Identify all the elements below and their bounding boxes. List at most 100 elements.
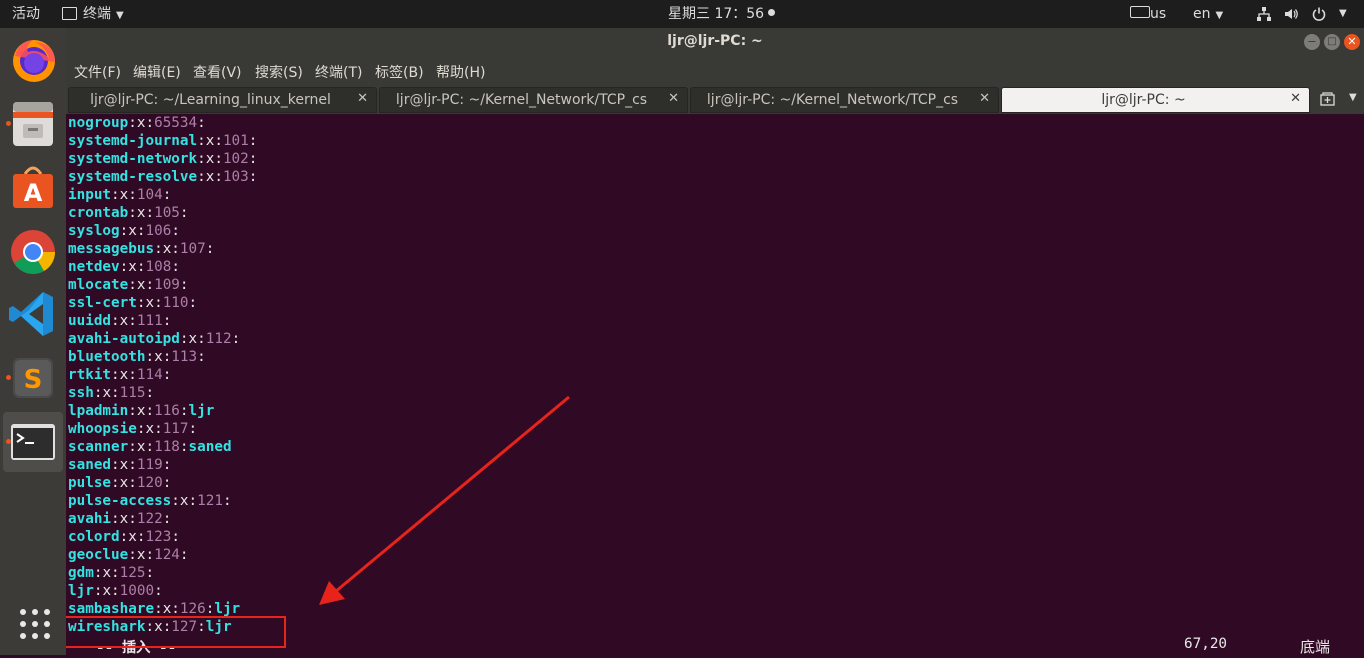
group-id: 115: [119, 385, 146, 401]
tab-tcp-cs-1[interactable]: ljr@ljr-PC: ~/Kernel_Network/TCP_cs ✕: [379, 87, 688, 113]
separator: :: [179, 331, 189, 347]
separator: :: [111, 475, 120, 491]
separator: :: [145, 439, 155, 455]
new-tab-icon[interactable]: [1320, 91, 1336, 111]
terminal-line: ljr:x:1000:: [68, 582, 163, 600]
keyboard-indicator[interactable]: us: [1130, 0, 1166, 28]
separator: :: [154, 421, 163, 437]
separator: :: [111, 313, 120, 329]
close-icon[interactable]: ✕: [668, 91, 679, 106]
tab-tcp-cs-2[interactable]: ljr@ljr-PC: ~/Kernel_Network/TCP_cs ✕: [690, 87, 999, 113]
separator: :: [162, 475, 172, 491]
separator: :: [197, 349, 206, 365]
close-icon[interactable]: ✕: [1344, 34, 1360, 50]
menu-tabs[interactable]: 标签(B): [375, 62, 424, 82]
dock-sublime[interactable]: S: [3, 348, 63, 408]
separator: :: [145, 277, 155, 293]
tab-bar: ljr@ljr-PC: ~/Learning_linux_kernel ✕ lj…: [66, 86, 1364, 114]
separator: :: [111, 565, 120, 581]
volume-icon[interactable]: [1283, 0, 1299, 28]
group-id: 113: [171, 349, 198, 365]
chevron-down-icon[interactable]: ▼: [1349, 92, 1357, 103]
close-icon[interactable]: ✕: [1290, 91, 1301, 106]
separator: :: [171, 601, 180, 617]
activities-button[interactable]: 活动: [12, 0, 40, 28]
menu-file[interactable]: 文件(F): [74, 62, 121, 82]
menu-edit[interactable]: 编辑(E): [133, 62, 181, 82]
separator: :: [179, 277, 189, 293]
close-icon[interactable]: ✕: [357, 91, 368, 106]
separator: :: [171, 493, 180, 509]
dock-vscode[interactable]: [3, 284, 63, 344]
dock-files[interactable]: [3, 94, 63, 154]
dock-terminal[interactable]: [3, 412, 63, 472]
separator: :: [171, 529, 180, 545]
terminal-line: pulse-access:x:121:: [68, 492, 232, 510]
group-id: 116: [154, 403, 180, 419]
language-indicator[interactable]: en ▼: [1193, 0, 1223, 28]
group-name: scanner: [68, 439, 129, 455]
network-icon[interactable]: [1256, 0, 1272, 28]
dock-software[interactable]: A: [3, 158, 63, 218]
running-indicator: [6, 121, 11, 126]
group-id: 122: [136, 511, 163, 527]
group-name: saned: [68, 457, 112, 473]
separator: :: [111, 511, 120, 527]
group-id: 117: [162, 421, 189, 437]
group-name: avahi: [68, 511, 112, 527]
scrollbar[interactable]: [1354, 114, 1364, 655]
menu-help[interactable]: 帮助(H): [436, 62, 485, 82]
group-name: crontab: [68, 205, 129, 221]
terminal-view[interactable]: nogroup:x:65534: systemd-journal:x:101: sy…: [66, 114, 1364, 655]
window-titlebar[interactable]: ljr@ljr-PC: ~ − □ ✕: [66, 28, 1364, 56]
password-field: x: [119, 475, 129, 491]
terminal-line: syslog:x:106:: [68, 222, 180, 240]
group-id: 103: [222, 169, 249, 185]
close-icon[interactable]: ✕: [979, 91, 990, 106]
terminal-line: systemd-resolve:x:103:: [68, 168, 257, 186]
group-id: 104: [136, 187, 163, 203]
password-field: x: [145, 295, 155, 311]
group-id: 102: [222, 151, 249, 167]
maximize-icon[interactable]: □: [1324, 34, 1340, 50]
separator: :: [188, 493, 198, 509]
terminal-line: ssh:x:115:: [68, 384, 154, 402]
chevron-down-icon: ▼: [1215, 10, 1224, 21]
separator: :: [214, 151, 223, 167]
menu-search[interactable]: 搜索(S): [255, 62, 303, 82]
clock[interactable]: 星期三 17：56: [668, 0, 776, 28]
separator: :: [162, 349, 172, 365]
separator: :: [248, 151, 258, 167]
power-icon[interactable]: [1311, 0, 1327, 28]
dock-firefox[interactable]: [3, 30, 63, 90]
group-id: 125: [119, 565, 146, 581]
show-apps-button[interactable]: [3, 594, 63, 654]
terminal-line: scanner:x:118:saned: [68, 438, 232, 456]
menu-terminal[interactable]: 终端(T): [315, 62, 362, 82]
terminal-icon: [11, 424, 55, 460]
group-name: bluetooth: [68, 349, 146, 365]
app-menu[interactable]: 终端 ▼: [62, 0, 124, 28]
separator: :: [248, 169, 258, 185]
menu-view[interactable]: 查看(V): [193, 62, 242, 82]
tab-home[interactable]: ljr@ljr-PC: ~ ✕: [1001, 87, 1310, 113]
group-members: ljr: [188, 403, 215, 419]
terminal-line: lpadmin:x:116:ljr: [68, 402, 214, 420]
group-name: mlocate: [68, 277, 129, 293]
chrome-icon: [11, 230, 55, 274]
chevron-down-icon[interactable]: ▼: [1339, 0, 1347, 28]
dock-chrome[interactable]: [3, 222, 63, 282]
separator: :: [128, 187, 137, 203]
menu-bar: 文件(F) 编辑(E) 查看(V) 搜索(S) 终端(T) 标签(B) 帮助(H…: [66, 56, 1364, 86]
separator: :: [162, 511, 172, 527]
minimize-icon[interactable]: −: [1304, 34, 1320, 50]
tab-label: ljr@ljr-PC: ~/Kernel_Network/TCP_cs: [706, 92, 959, 108]
separator: :: [171, 223, 180, 239]
separator: :: [171, 241, 180, 257]
separator: :: [111, 457, 120, 473]
tab-learning-linux-kernel[interactable]: ljr@ljr-PC: ~/Learning_linux_kernel ✕: [68, 87, 377, 113]
separator: :: [179, 403, 189, 419]
terminal-line: systemd-network:x:102:: [68, 150, 257, 168]
group-id: 121: [197, 493, 223, 509]
password-field: x: [128, 259, 137, 275]
